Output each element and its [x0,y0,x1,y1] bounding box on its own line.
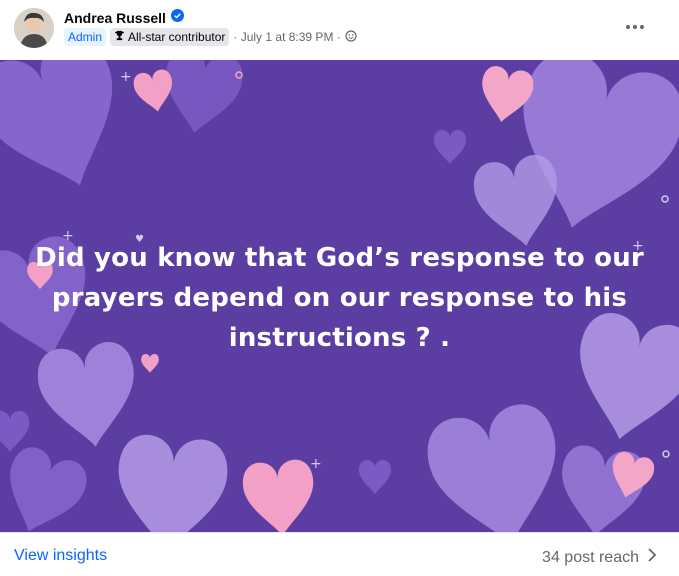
post-text: Did you know that God’s response to our … [35,243,644,353]
chevron-right-icon [647,547,657,568]
post-reach-label: 34 post reach [542,548,639,566]
post-reach-button[interactable]: 34 post reach [542,547,657,568]
admin-badge: Admin [64,28,107,46]
avatar[interactable] [14,8,54,48]
post-meta: Admin All-star contributor · July 1 at 8… [64,28,357,46]
verified-check-icon [170,9,184,27]
more-options-button[interactable] [617,12,653,40]
post-image[interactable]: + + + + ♥ Did you know that God’s respon… [0,60,679,532]
globe-icon [345,29,357,45]
author-row: Andrea Russell [64,9,184,27]
more-dots-icon [625,17,645,35]
view-insights-link[interactable]: View insights [14,547,107,565]
svg-text:+: + [310,456,322,472]
author-name[interactable]: Andrea Russell [64,10,166,26]
post-footer: View insights 34 post reach [0,532,679,576]
svg-text:+: + [120,69,132,85]
trophy-icon [114,30,125,44]
post-timestamp[interactable]: · July 1 at 8:39 PM · [233,30,340,44]
contributor-label: All-star contributor [128,30,226,44]
contributor-badge[interactable]: All-star contributor [110,28,230,46]
post-header: Andrea Russell Admin All-star contributo… [0,0,679,60]
